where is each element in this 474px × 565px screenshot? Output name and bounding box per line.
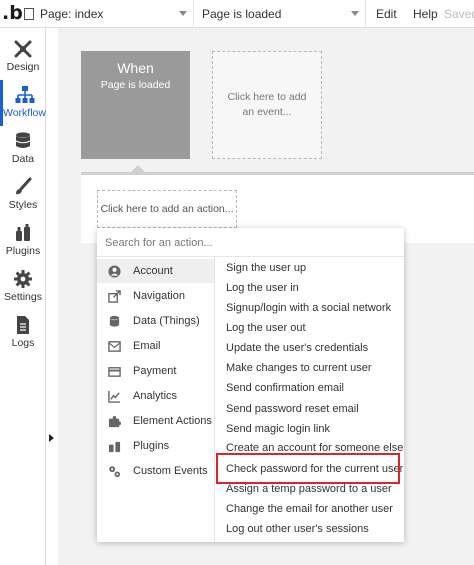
event-selector[interactable]: Page is loaded xyxy=(196,0,366,28)
add-action-button[interactable]: Click here to add an action... xyxy=(97,190,237,228)
add-event-placeholder[interactable]: Click here to add an event... xyxy=(212,51,322,159)
category-label: Element Actions xyxy=(133,415,212,427)
sidebar-item-label: Data xyxy=(11,153,35,165)
event-card-when[interactable]: When Page is loaded xyxy=(81,51,190,159)
sidebar-item-workflow[interactable]: Workflow xyxy=(0,80,46,126)
chevron-down-icon xyxy=(351,11,359,16)
action-item[interactable]: Send confirmation email xyxy=(215,378,405,398)
category-label: Plugins xyxy=(133,440,170,452)
page-selector-label: Page: index xyxy=(40,7,104,21)
sidebar-item-label: Styles xyxy=(8,199,38,211)
category-element-actions[interactable]: Element Actions xyxy=(97,409,214,433)
category-navigation[interactable]: Navigation xyxy=(97,284,214,308)
gears-icon xyxy=(109,465,121,477)
category-custom-events[interactable]: Custom Events xyxy=(97,459,214,483)
analytics-icon xyxy=(108,390,121,403)
category-payment[interactable]: Payment xyxy=(97,359,214,383)
page-selector[interactable]: Page: index xyxy=(22,0,194,28)
selected-event-pointer xyxy=(131,165,145,172)
category-list: Account Navigation Data (Things) Email P… xyxy=(97,257,214,542)
action-search-input[interactable] xyxy=(105,233,395,253)
action-item[interactable]: Send password reset email xyxy=(215,399,405,419)
action-item[interactable]: Create an account for someone else xyxy=(215,439,405,453)
plugins-icon xyxy=(108,441,121,452)
action-search-row xyxy=(97,228,404,257)
event-selector-label: Page is loaded xyxy=(202,7,282,21)
action-item[interactable]: Change the email for another user xyxy=(215,499,405,519)
workflow-icon xyxy=(15,86,34,103)
account-icon xyxy=(108,264,121,278)
sidebar-item-styles[interactable]: Styles xyxy=(0,172,46,218)
category-plugins[interactable]: Plugins xyxy=(97,434,214,458)
event-card-event: Page is loaded xyxy=(100,79,171,91)
database-icon xyxy=(15,132,31,148)
payment-icon xyxy=(108,366,121,377)
category-label: Data (Things) xyxy=(133,315,200,327)
category-label: Email xyxy=(133,340,161,352)
action-item[interactable]: Log the user out xyxy=(215,318,405,338)
chevron-down-icon xyxy=(179,11,187,16)
action-item[interactable]: Log the user in xyxy=(215,278,405,298)
action-item[interactable]: Send magic login link xyxy=(215,419,405,439)
action-dropdown: Account Navigation Data (Things) Email xyxy=(97,228,404,542)
sidebar: Design Workflow Data Styles Plugins Sett… xyxy=(0,28,46,565)
sidebar-item-label: Logs xyxy=(11,337,35,349)
puzzle-icon xyxy=(108,415,121,427)
category-data[interactable]: Data (Things) xyxy=(97,309,214,333)
gear-icon xyxy=(14,270,32,288)
navigation-icon xyxy=(108,289,121,303)
sidebar-item-label: Design xyxy=(6,61,40,73)
app-logo[interactable]: .b xyxy=(2,2,23,24)
document-icon xyxy=(17,316,29,334)
database-icon xyxy=(109,315,120,327)
sidebar-item-design[interactable]: Design xyxy=(0,34,46,80)
menu-edit[interactable]: Edit xyxy=(376,7,397,21)
category-label: Analytics xyxy=(133,390,178,402)
category-analytics[interactable]: Analytics xyxy=(97,384,214,408)
highlight-box xyxy=(216,453,400,484)
event-card-title: When xyxy=(117,60,154,76)
action-item[interactable]: Make changes to current user xyxy=(215,358,405,378)
brush-icon xyxy=(16,177,32,195)
category-label: Account xyxy=(133,265,173,277)
action-item[interactable]: Log out other user's sessions xyxy=(215,519,405,539)
action-item[interactable]: Sign the user up xyxy=(215,258,405,278)
sidebar-item-label: Settings xyxy=(4,291,42,303)
email-icon xyxy=(108,340,121,352)
action-item[interactable]: Update the user's credentials xyxy=(215,338,405,358)
top-bar: .b Page: index Page is loaded Edit Help … xyxy=(0,0,474,28)
sidebar-item-label: Workflow xyxy=(3,107,46,119)
design-icon xyxy=(14,40,32,58)
expand-panel-icon[interactable] xyxy=(49,434,54,442)
plugins-icon xyxy=(16,224,30,241)
sidebar-item-plugins[interactable]: Plugins xyxy=(0,218,46,264)
action-list: Sign the user up Log the user in Signup/… xyxy=(214,257,404,542)
page-icon xyxy=(24,8,34,20)
category-label: Navigation xyxy=(133,290,185,302)
category-email[interactable]: Email xyxy=(97,334,214,358)
sidebar-item-settings[interactable]: Settings xyxy=(0,264,46,310)
sidebar-item-data[interactable]: Data xyxy=(0,126,46,172)
sidebar-item-logs[interactable]: Logs xyxy=(0,310,46,356)
category-label: Payment xyxy=(133,365,177,377)
menu-help[interactable]: Help xyxy=(413,7,438,21)
category-account[interactable]: Account xyxy=(97,259,214,283)
saved-status: Saved xyxy=(444,7,474,21)
category-label: Custom Events xyxy=(133,465,208,477)
action-item[interactable]: Signup/login with a social network xyxy=(215,298,405,318)
sidebar-item-label: Plugins xyxy=(5,245,41,257)
